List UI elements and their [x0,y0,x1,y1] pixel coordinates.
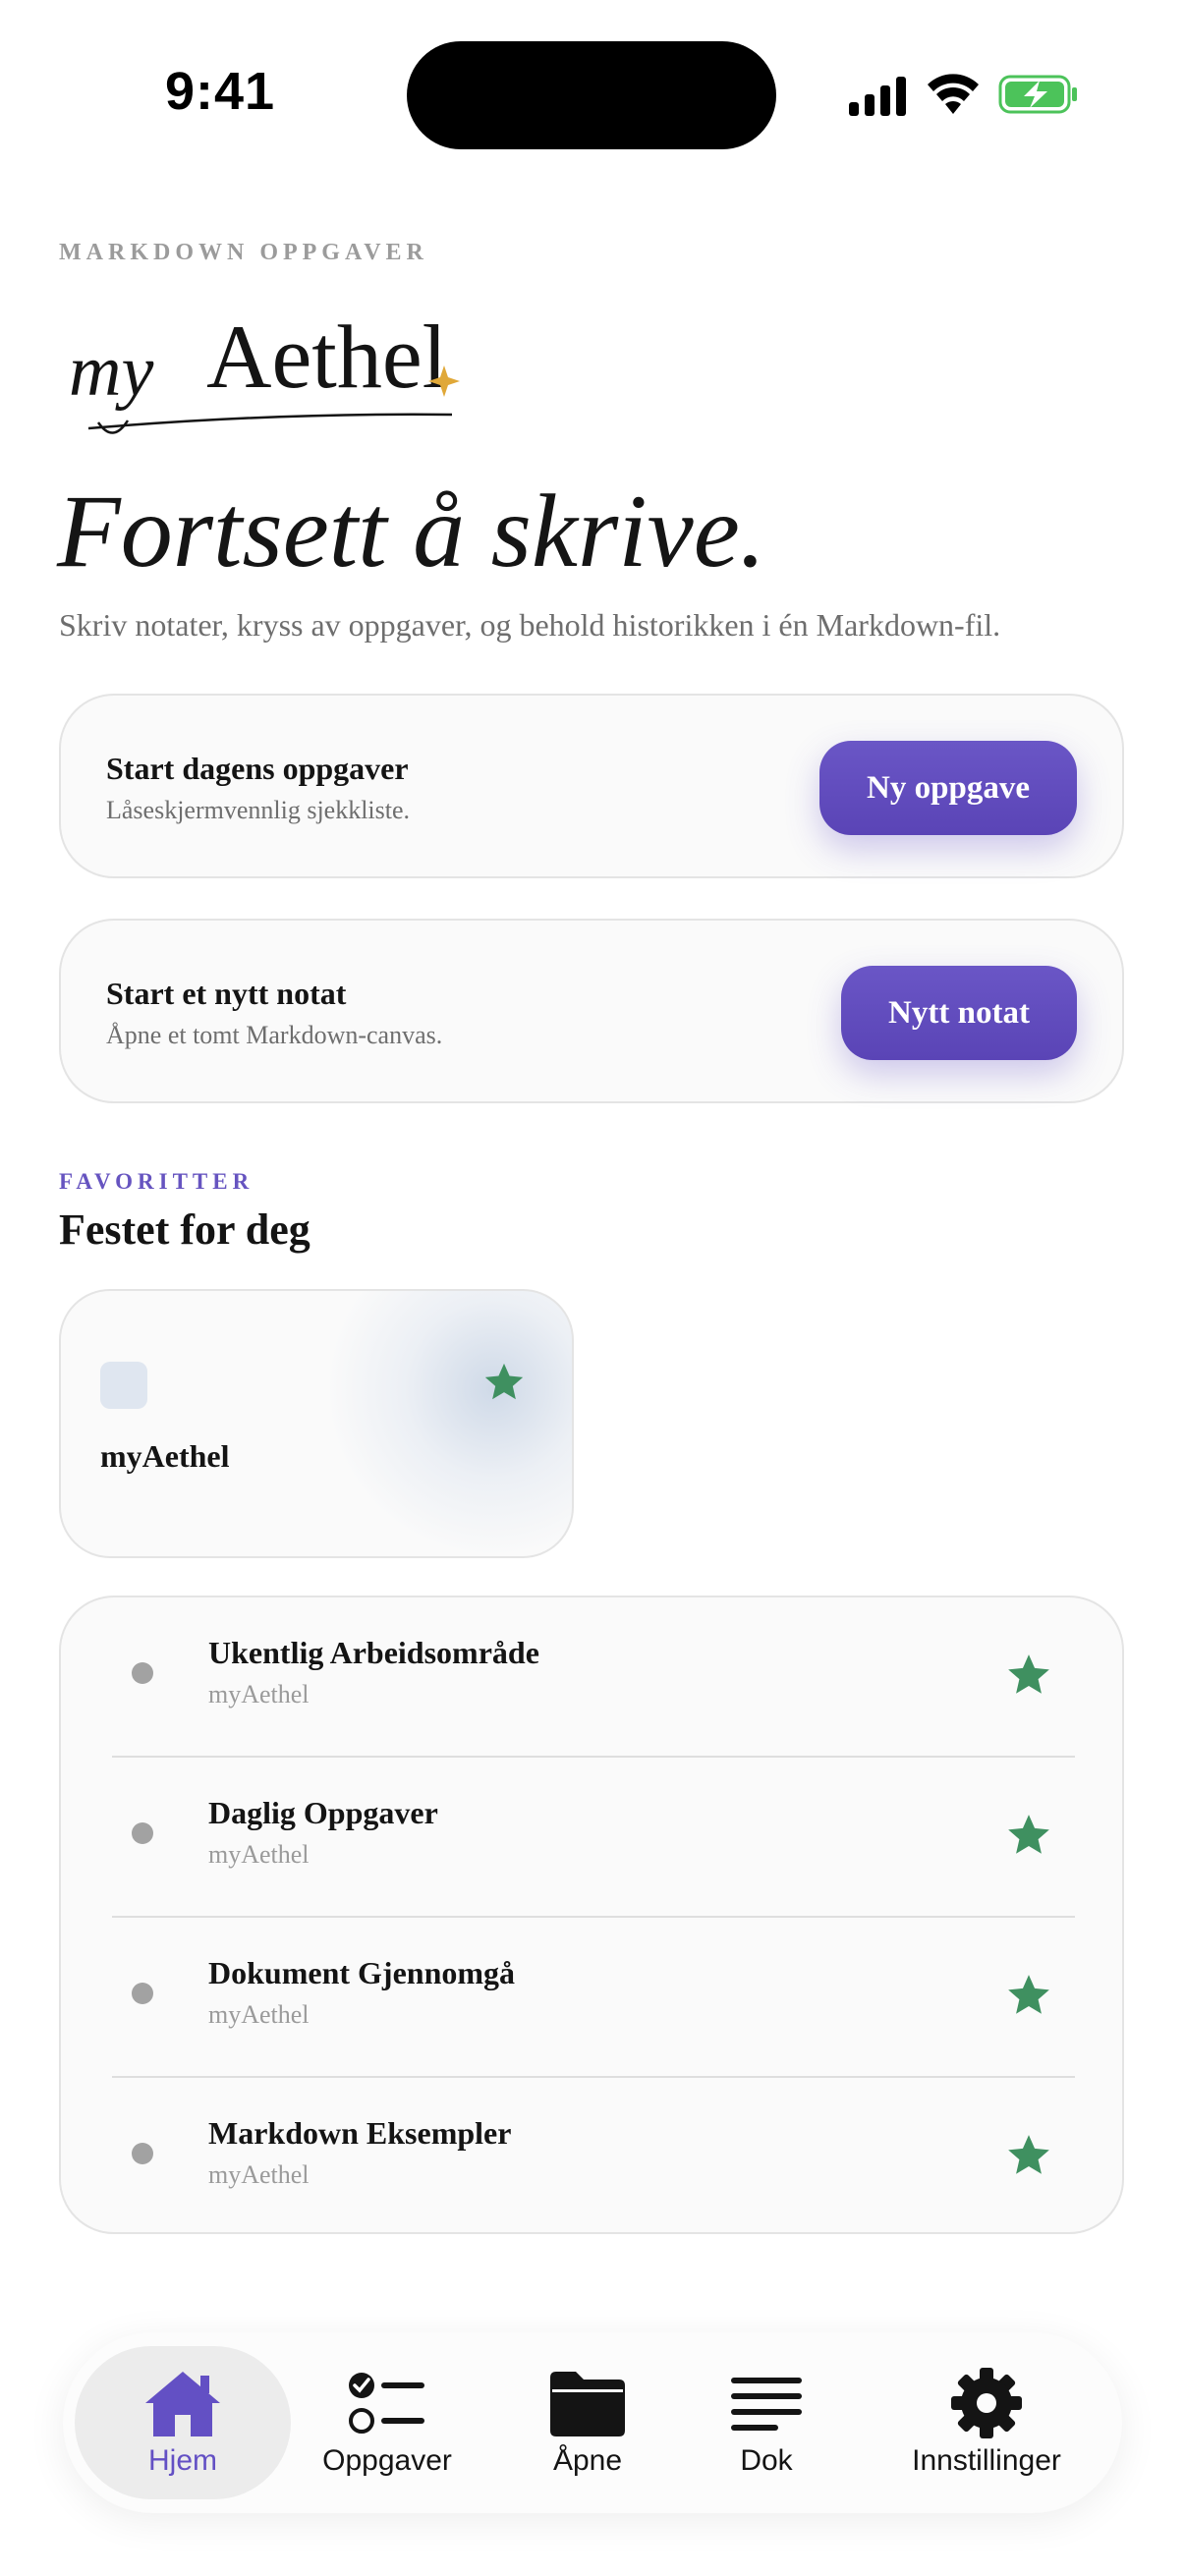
action-title: Start dagens oppgaver [106,751,409,786]
action-card-note: Start et nytt notat Åpne et tomt Markdow… [59,919,1124,1103]
bullet-icon [132,1662,153,1684]
tab-bar: Hjem Oppgaver Åpne Dok Innstillinger [63,2332,1122,2513]
bullet-icon [132,1822,153,1844]
list-item-subtitle: myAethel [208,2000,310,2029]
list-item-title: Ukentlig Arbeidsområde [208,1635,539,1670]
list-item[interactable]: Dokument Gjennomgå myAethel [61,1918,1126,2077]
folder-icon [550,2372,625,2436]
tab-tasks[interactable]: Oppgaver [299,2346,476,2499]
pinned-list: Ukentlig Arbeidsområde myAethel Daglig O… [59,1596,1124,2234]
list-item[interactable]: Daglig Oppgaver myAethel [61,1758,1126,1917]
app-eyebrow: MARKDOWN OPPGAVER [59,240,428,265]
action-subtitle: Åpne et tomt Markdown-canvas. [106,1021,443,1049]
dynamic-island [407,41,776,149]
tab-label: Innstillinger [912,2444,1061,2477]
list-item-title: Markdown Eksempler [208,2115,512,2151]
tab-home[interactable]: Hjem [75,2346,291,2499]
tab-label: Dok [740,2444,793,2477]
action-title: Start et nytt notat [106,976,347,1011]
logo-script-text: my [69,331,153,412]
new-note-button[interactable]: Nytt notat [841,966,1077,1060]
favorite-card-name: myAethel [100,1438,230,1474]
house-icon [145,2372,220,2436]
list-item-title: Dokument Gjennomgå [208,1955,516,1990]
star-icon[interactable] [1004,1811,1053,1860]
new-task-button[interactable]: Ny oppgave [819,741,1077,835]
action-subtitle: Låseskjermvennlig sjekkliste. [106,796,411,824]
tab-open[interactable]: Åpne [509,2346,666,2499]
action-card-tasks: Start dagens oppgaver Låseskjermvennlig … [59,694,1124,878]
logo-main-text: Aethel [206,307,447,407]
list-item-subtitle: myAethel [208,1840,310,1869]
gear-icon [951,2368,1022,2438]
hero-subtitle: Skriv notater, kryss av oppgaver, og beh… [59,607,1001,643]
list-item-title: Daglig Oppgaver [208,1795,438,1830]
star-icon[interactable] [481,1360,527,1405]
tab-label: Hjem [147,2444,217,2477]
bullet-icon [132,1983,153,2004]
text-lines-icon [731,2378,802,2431]
checklist-icon [349,2373,424,2434]
list-item[interactable]: Ukentlig Arbeidsområde myAethel [61,1597,1126,1757]
tab-label: Åpne [552,2444,623,2477]
list-item[interactable]: Markdown Eksempler myAethel [61,2078,1126,2237]
star-icon[interactable] [1004,1651,1053,1700]
list-item-subtitle: myAethel [208,2160,310,2189]
favorites-title: Festet for deg [59,1205,310,1254]
list-item-subtitle: myAethel [208,1680,310,1708]
tab-label: Oppgaver [322,2444,452,2477]
favorite-card[interactable]: myAethel [59,1289,574,1558]
document-thumbnail [100,1362,147,1409]
status-time: 9:41 [165,62,276,121]
star-icon[interactable] [1004,2131,1053,2180]
battery-charging-icon [998,75,1077,114]
favorites-eyebrow: FAVORITTER [59,1169,254,1194]
star-icon[interactable] [1004,1971,1053,2020]
bullet-icon [132,2143,153,2164]
app-logo: my Aethel [69,307,460,434]
tab-settings[interactable]: Innstillinger [869,2346,1104,2499]
wifi-icon [928,74,979,114]
cellular-signal-icon [849,77,906,116]
tab-docs[interactable]: Dok [698,2346,835,2499]
hero-title: Fortsett å skrive. [57,474,766,588]
